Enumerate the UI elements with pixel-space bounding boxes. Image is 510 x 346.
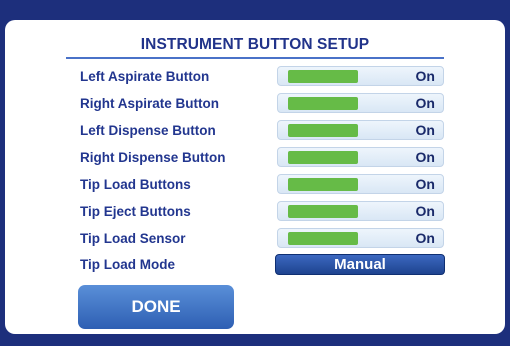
- row-tip-eject-buttons: Tip Eject Buttons On: [5, 201, 505, 223]
- left-dispense-toggle[interactable]: On: [277, 120, 444, 140]
- toggle-indicator: [288, 232, 358, 245]
- row-tip-load-mode: Tip Load Mode Manual: [5, 254, 505, 276]
- toggle-state-text: On: [415, 230, 435, 246]
- row-right-dispense: Right Dispense Button On: [5, 147, 505, 169]
- row-label: Left Aspirate Button: [80, 69, 210, 84]
- toggle-state-text: On: [415, 176, 435, 192]
- row-label: Left Dispense Button: [80, 123, 216, 138]
- toggle-state-text: On: [415, 122, 435, 138]
- title-divider: [66, 57, 444, 59]
- row-tip-load-sensor: Tip Load Sensor On: [5, 228, 505, 250]
- row-label: Right Dispense Button: [80, 150, 226, 165]
- row-label: Tip Eject Buttons: [80, 204, 191, 219]
- toggle-indicator: [288, 151, 358, 164]
- toggle-state-text: On: [415, 149, 435, 165]
- toggle-state-text: On: [415, 203, 435, 219]
- tip-load-sensor-toggle[interactable]: On: [277, 228, 444, 248]
- row-label: Right Aspirate Button: [80, 96, 219, 111]
- left-aspirate-toggle[interactable]: On: [277, 66, 444, 86]
- toggle-indicator: [288, 70, 358, 83]
- done-button[interactable]: DONE: [78, 285, 234, 329]
- row-right-aspirate: Right Aspirate Button On: [5, 93, 505, 115]
- setup-panel: INSTRUMENT BUTTON SETUP Left Aspirate Bu…: [5, 20, 505, 334]
- right-aspirate-toggle[interactable]: On: [277, 93, 444, 113]
- row-label: Tip Load Buttons: [80, 177, 191, 192]
- toggle-indicator: [288, 124, 358, 137]
- row-tip-load-buttons: Tip Load Buttons On: [5, 174, 505, 196]
- tip-eject-buttons-toggle[interactable]: On: [277, 201, 444, 221]
- toggle-indicator: [288, 97, 358, 110]
- toggle-indicator: [288, 205, 358, 218]
- tip-load-buttons-toggle[interactable]: On: [277, 174, 444, 194]
- tip-load-mode-button[interactable]: Manual: [275, 254, 445, 275]
- toggle-indicator: [288, 178, 358, 191]
- toggle-state-text: On: [415, 68, 435, 84]
- row-label: Tip Load Sensor: [80, 231, 186, 246]
- toggle-state-text: On: [415, 95, 435, 111]
- page-title: INSTRUMENT BUTTON SETUP: [140, 36, 370, 53]
- row-label: Tip Load Mode: [80, 257, 175, 272]
- row-left-aspirate: Left Aspirate Button On: [5, 66, 505, 88]
- right-dispense-toggle[interactable]: On: [277, 147, 444, 167]
- row-left-dispense: Left Dispense Button On: [5, 120, 505, 142]
